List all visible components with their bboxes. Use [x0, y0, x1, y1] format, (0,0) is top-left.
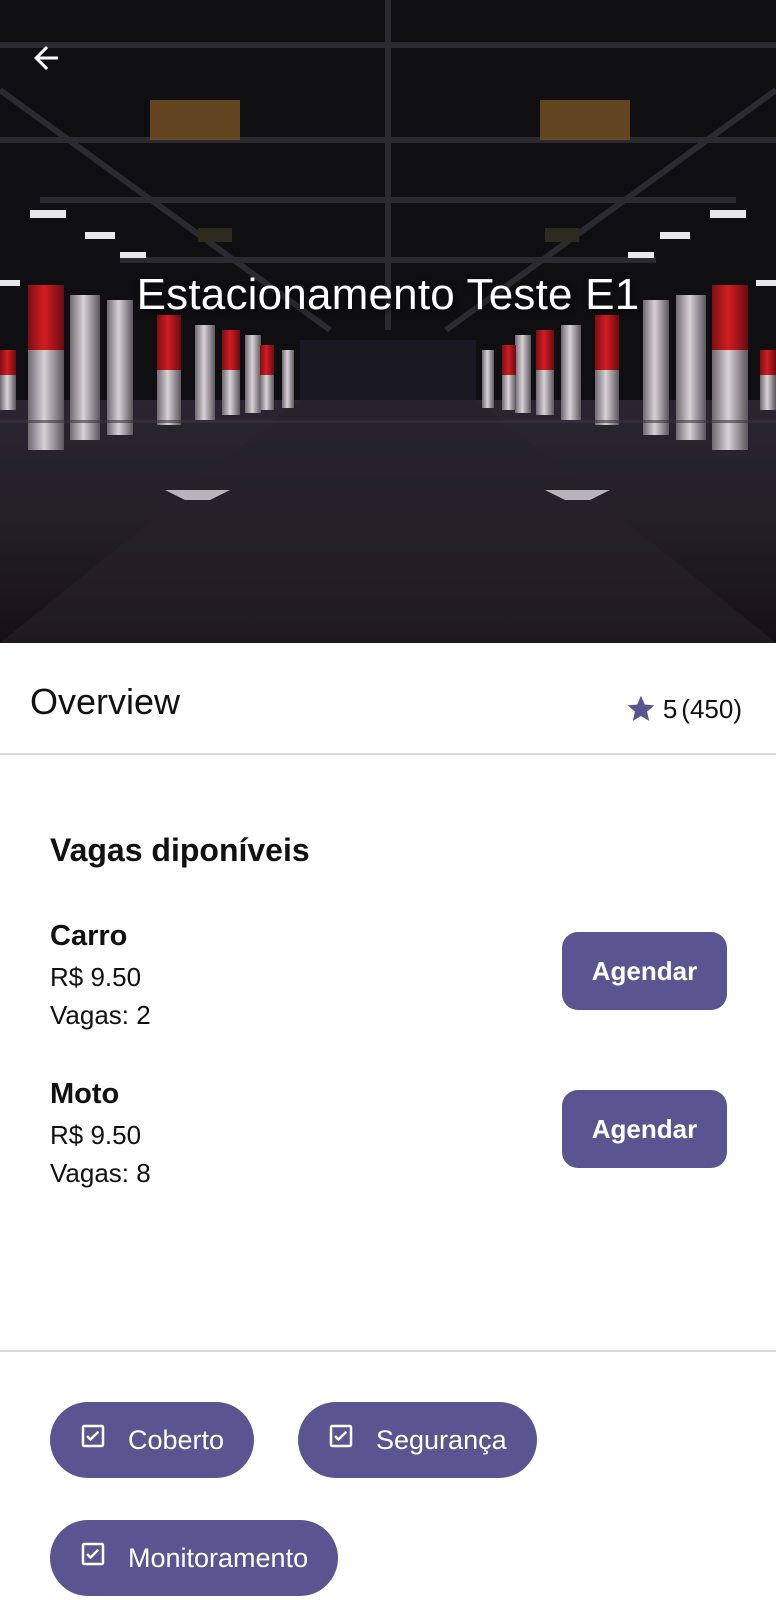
- vaga-price: R$ 9.50: [50, 962, 142, 992]
- feature-label: Segurança: [376, 1424, 507, 1455]
- vagas-section-title: Vagas diponíveis: [50, 832, 310, 868]
- overview-title: Overview: [30, 681, 181, 722]
- feature-chip-seguranca[interactable]: Segurança: [298, 1402, 537, 1478]
- star-icon: [627, 695, 655, 721]
- parking-detail-screen: Estacionamento Teste E1 Overview 5 (450)…: [0, 0, 776, 1600]
- checkbox-checked-icon: [81, 1542, 105, 1566]
- vaga-count: Vagas: 8: [50, 1158, 151, 1188]
- agendar-button-moto[interactable]: Agendar: [562, 1090, 727, 1168]
- hero-image: Estacionamento Teste E1: [0, 0, 776, 643]
- vaga-count: Vagas: 2: [50, 1000, 151, 1030]
- rating-value: 5: [662, 693, 678, 724]
- vaga-item-moto: Moto R$ 9.50 Vagas: 8 Agendar: [50, 1078, 730, 1188]
- parking-garage-illustration: [0, 0, 776, 643]
- feature-chip-coberto[interactable]: Coberto: [50, 1402, 255, 1478]
- parking-title: Estacionamento Teste E1: [136, 270, 640, 319]
- vaga-item-carro: Carro R$ 9.50 Vagas: 2 Agendar: [50, 920, 730, 1030]
- checkbox-checked-icon: [81, 1424, 105, 1448]
- rating: 5 (450): [625, 693, 742, 725]
- agendar-button-carro[interactable]: Agendar: [562, 932, 727, 1010]
- arrow-left-icon: [34, 46, 58, 70]
- feature-label: Coberto: [128, 1424, 225, 1455]
- feature-chip-monitoramento[interactable]: Monitoramento: [50, 1520, 339, 1596]
- overview-header: Overview 5 (450): [0, 643, 776, 755]
- feature-label: Monitoramento: [128, 1542, 309, 1573]
- vaga-type: Carro: [50, 920, 128, 952]
- back-button[interactable]: [28, 40, 76, 88]
- vaga-type: Moto: [50, 1078, 120, 1110]
- section-divider: [0, 1350, 776, 1352]
- rating-count: (450): [681, 693, 742, 724]
- vaga-price: R$ 9.50: [50, 1120, 142, 1150]
- checkbox-checked-icon: [329, 1424, 353, 1448]
